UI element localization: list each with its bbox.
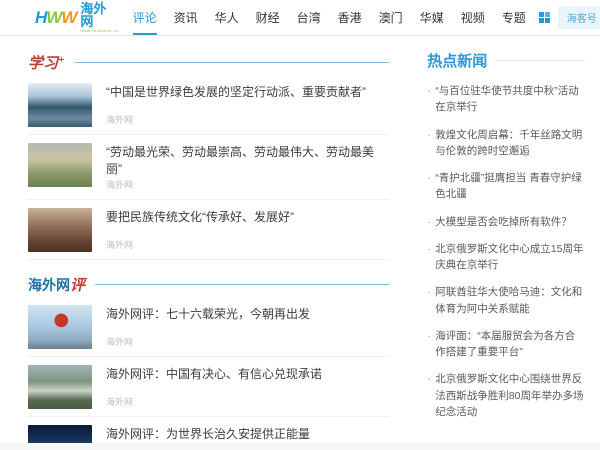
article-row[interactable]: “中国是世界绿色发展的坚定行动派、重要贡献者” 海外网 (28, 75, 390, 135)
hot-news-title: 热点新闻 (427, 53, 488, 70)
logo-site-name: 海外网 (80, 1, 107, 29)
site-logo[interactable]: HWW 海外网 www.haiwainet.cn (35, 2, 119, 33)
hot-news-item[interactable]: 北京俄罗斯文化中心围绕世界反法西斯战争胜利80周年举办多场纪念活动 (427, 371, 585, 420)
article-title[interactable]: “劳动最光荣、劳动最崇高、劳动最伟大、劳动最美丽” (106, 144, 389, 178)
haike-account-button[interactable]: 海客号 (557, 6, 600, 29)
nav-tab-chinese[interactable]: 华人 (215, 0, 239, 35)
hot-news-sidebar: 热点新闻 “与百位驻华使节共度中秋”活动在京举行 敦煌文化周启幕：千年丝路文明与… (427, 46, 585, 450)
hot-news-item[interactable]: 北京俄罗斯文化中心成立15周年庆典在京举行 (427, 241, 585, 274)
article-row[interactable]: 海外网评：七十六载荣光，今朝再出发 海外网 (28, 297, 390, 357)
hot-news-header: 热点新闻 (427, 50, 585, 71)
article-title[interactable]: “中国是世界绿色发展的坚定行动派、重要贡献者” (106, 84, 389, 101)
nav-tab-news[interactable]: 资讯 (174, 0, 198, 35)
article-list-column: 学习+ “中国是世界绿色发展的坚定行动派、重要贡献者” 海外网 “劳动最光荣、劳… (28, 46, 390, 450)
article-thumbnail[interactable] (28, 207, 92, 252)
article-source: 海外网 (106, 336, 134, 347)
hot-news-list: “与百位驻华使节共度中秋”活动在京举行 敦煌文化周启幕：千年丝路文明与伦敦的跨时… (427, 83, 585, 420)
article-info: 海外网评：七十六载荣光，今朝再出发 海外网 (106, 305, 389, 349)
article-row[interactable]: “劳动最光荣、劳动最崇高、劳动最伟大、劳动最美丽” 海外网 (28, 135, 390, 200)
article-title[interactable]: 海外网评：为世界长治久安提供正能量 (106, 426, 389, 443)
nav-tab-video[interactable]: 视频 (461, 0, 485, 35)
hot-news-item[interactable]: 海评面：“本届服贸会为各方合作搭建了重要平台” (427, 328, 585, 361)
article-thumbnail[interactable] (28, 364, 92, 409)
article-info: “中国是世界绿色发展的坚定行动派、重要贡献者” 海外网 (106, 83, 389, 127)
nav-tab-hongkong[interactable]: 香港 (338, 0, 362, 35)
article-info: 海外网评：中国有决心、有信心兑现承诺 海外网 (106, 365, 389, 409)
page-content: 学习+ “中国是世界绿色发展的坚定行动派、重要贡献者” 海外网 “劳动最光荣、劳… (0, 36, 600, 450)
article-source: 海外网 (106, 179, 134, 190)
hot-news-item[interactable]: “青护北疆”挺膺担当 青春守护绿色北疆 (427, 170, 585, 203)
xuexi-brand-label: 学习+ (28, 54, 65, 72)
hot-news-item[interactable]: “与百位驻华使节共度中秋”活动在京举行 (427, 83, 585, 116)
logo-text: 海外网 www.haiwainet.cn (80, 2, 118, 33)
apps-grid-icon[interactable] (538, 12, 550, 23)
main-nav: 评论 资讯 华人 财经 台湾 香港 澳门 华媒 视频 专题 (132, 0, 526, 35)
sidebar-divider-line (495, 60, 585, 61)
hot-news-item[interactable]: 大模型是否会吃掉所有软件？ (427, 214, 585, 231)
article-info: “劳动最光荣、劳动最崇高、劳动最伟大、劳动最美丽” 海外网 (106, 143, 389, 192)
article-row[interactable]: 要把民族传统文化“传承好、发展好” 海外网 (28, 200, 390, 260)
article-thumbnail[interactable] (28, 304, 92, 349)
nav-tab-finance[interactable]: 财经 (256, 0, 280, 35)
section-divider-line (74, 62, 390, 63)
article-thumbnail[interactable] (28, 83, 92, 127)
nav-tab-macau[interactable]: 澳门 (379, 0, 403, 35)
article-title[interactable]: 海外网评：七十六载荣光，今朝再出发 (106, 306, 389, 323)
article-source: 海外网 (106, 115, 134, 125)
nav-tab-taiwan[interactable]: 台湾 (297, 0, 321, 35)
footer-bar (0, 443, 600, 450)
section-header-haiwaiwangping: 海外网评 (28, 274, 390, 295)
article-title[interactable]: 海外网评：中国有决心、有信心兑现承诺 (106, 366, 389, 383)
logo-site-url: www.haiwainet.cn (80, 28, 119, 33)
hot-news-item[interactable]: 敦煌文化周启幕：千年丝路文明与伦敦的跨时空邂逅 (427, 127, 585, 160)
haiwaiwangping-brand-label: 海外网评 (28, 275, 86, 294)
article-source: 海外网 (106, 396, 134, 407)
logo-hww-mark: HWW (35, 7, 77, 27)
nav-tab-media[interactable]: 华媒 (420, 0, 444, 35)
nav-tab-special[interactable]: 专题 (502, 0, 526, 35)
site-header: HWW 海外网 www.haiwainet.cn 评论 资讯 华人 财经 台湾 … (0, 0, 600, 36)
section-divider-line (95, 283, 390, 285)
article-source: 海外网 (106, 239, 134, 250)
article-info: 要把民族传统文化“传承好、发展好” 海外网 (106, 208, 389, 252)
article-row[interactable]: 海外网评：中国有决心、有信心兑现承诺 海外网 (28, 357, 390, 417)
nav-tab-comment[interactable]: 评论 (132, 0, 157, 35)
hot-news-item[interactable]: 阿联酋驻华大使哈马迪：文化和体育为阿中关系赋能 (427, 284, 585, 317)
article-title[interactable]: 要把民族传统文化“传承好、发展好” (106, 209, 389, 226)
article-thumbnail[interactable] (28, 143, 92, 187)
section-header-xuexi: 学习+ (28, 52, 390, 73)
